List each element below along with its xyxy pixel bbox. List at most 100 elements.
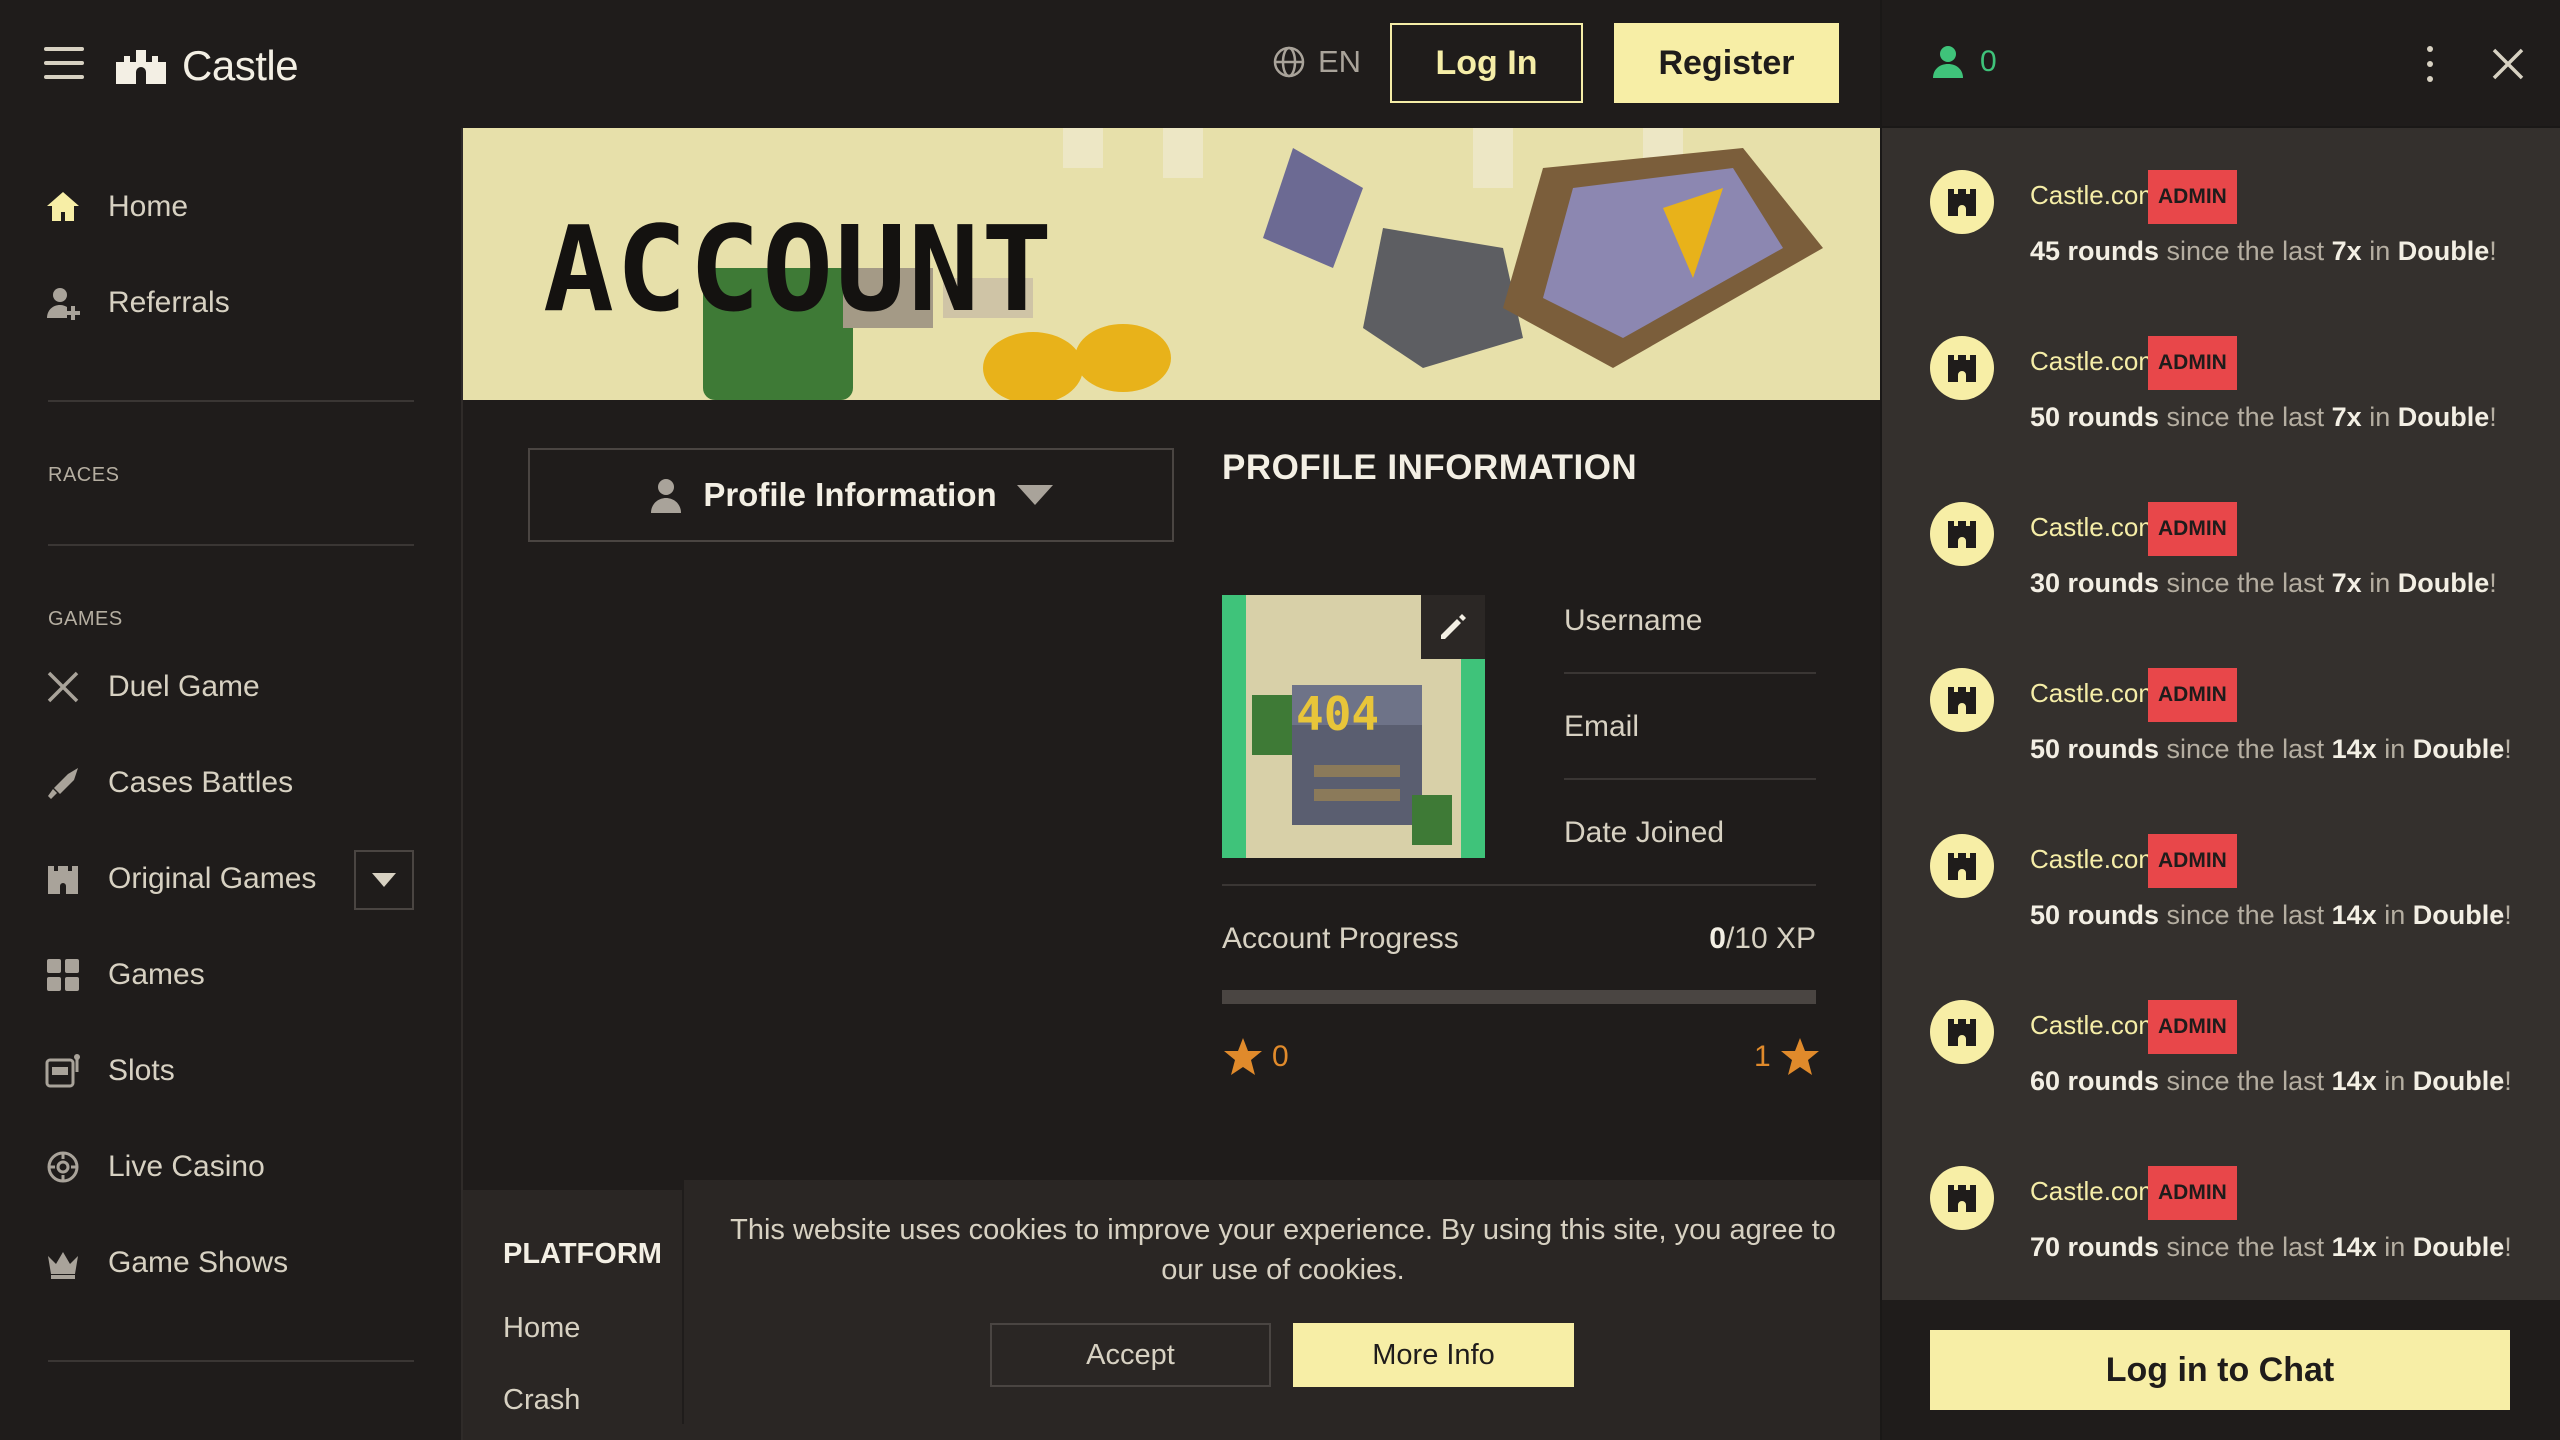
- message-count: 45 rounds: [2030, 236, 2160, 266]
- message-multiplier: 7x: [2331, 568, 2362, 598]
- message-game: Double: [2412, 900, 2505, 930]
- avatar[interactable]: [1930, 1166, 1994, 1230]
- message-mid: since the last: [2166, 900, 2325, 930]
- sword-icon: [48, 768, 78, 799]
- message-username[interactable]: Castle.com: [2030, 1010, 2160, 1041]
- chat-message: Castle.com ADMIN 50 rounds since the last …: [1930, 834, 2530, 954]
- avatar: 404: [1222, 595, 1485, 858]
- crown-icon: [48, 1252, 78, 1279]
- avatar[interactable]: [1930, 668, 1994, 732]
- chat-message: Castle.com ADMIN 50 rounds since the last …: [1930, 668, 2530, 788]
- message-in: in: [2384, 1232, 2406, 1262]
- message-game: Double: [2412, 1066, 2505, 1096]
- sidebar-item-label: Games: [108, 958, 205, 991]
- castle-icon: [1948, 189, 1976, 216]
- message-game: Double: [2397, 568, 2490, 598]
- message-count: 70 rounds: [2030, 1232, 2160, 1262]
- footer-link-crash[interactable]: Crash: [503, 1384, 580, 1417]
- chat-message: Castle.com ADMIN 30 rounds since the last …: [1930, 502, 2530, 622]
- chat-message: Castle.com ADMIN 45 rounds since the last …: [1930, 170, 2530, 290]
- chat-message: Castle.com ADMIN 60 rounds since the last …: [1930, 1000, 2530, 1120]
- current-level: 0: [1222, 1036, 1289, 1078]
- profile-section-dropdown[interactable]: Profile Information: [528, 448, 1174, 542]
- divider: [1222, 884, 1816, 886]
- message-username[interactable]: Castle.com: [2030, 1176, 2160, 1207]
- chat-footer: Log in to Chat: [1882, 1300, 2560, 1440]
- chip-icon: [47, 1151, 79, 1183]
- footer-link-home[interactable]: Home: [503, 1312, 580, 1345]
- message-username[interactable]: Castle.com: [2030, 844, 2160, 875]
- online-users: 0: [1930, 44, 1997, 80]
- avatar[interactable]: [1930, 834, 1994, 898]
- more-options-icon[interactable]: [2422, 46, 2438, 82]
- message-username[interactable]: Castle.com: [2030, 512, 2160, 543]
- sidebar-item-label: Game Shows: [108, 1246, 289, 1279]
- caret-down-icon: [1016, 485, 1053, 505]
- sidebar-item-original-games[interactable]: Original Games: [44, 860, 316, 898]
- sidebar-item-duel-game[interactable]: Duel Game: [44, 668, 260, 706]
- sidebar-item-live-casino[interactable]: Live Casino: [44, 1148, 265, 1186]
- message-in: in: [2369, 568, 2391, 598]
- menu-icon[interactable]: [44, 43, 84, 83]
- divider: [48, 1360, 414, 1362]
- avatar[interactable]: [1930, 502, 1994, 566]
- message-count: 30 rounds: [2030, 568, 2160, 598]
- castle-icon: [1948, 1185, 1976, 1212]
- message-count: 50 rounds: [2030, 734, 2160, 764]
- sidebar-item-label: Referrals: [108, 286, 230, 319]
- progress-total: /10 XP: [1725, 922, 1816, 955]
- admin-badge: ADMIN: [2148, 170, 2237, 224]
- message-in: in: [2384, 734, 2406, 764]
- message-count: 50 rounds: [2030, 900, 2160, 930]
- sidebar-item-cases-battles[interactable]: Cases Battles: [44, 764, 293, 802]
- section-label-races: RACES: [48, 464, 120, 486]
- avatar[interactable]: [1930, 336, 1994, 400]
- level-current-value: 0: [1272, 1040, 1289, 1073]
- message-end: !: [2504, 1232, 2512, 1262]
- message-game: Double: [2397, 402, 2490, 432]
- message-mid: since the last: [2166, 734, 2325, 764]
- progress-current: 0: [1709, 922, 1726, 955]
- login-to-chat-button[interactable]: Log in to Chat: [1930, 1330, 2510, 1410]
- banner-title: ACCOUNT: [543, 200, 1055, 338]
- message-username[interactable]: Castle.com: [2030, 678, 2160, 709]
- original-games-expand-button[interactable]: [354, 850, 414, 910]
- admin-badge: ADMIN: [2148, 502, 2237, 556]
- message-text: 30 rounds since the last 7x in Double!: [2030, 568, 2497, 599]
- message-text: 70 rounds since the last 14x in Double!: [2030, 1232, 2512, 1263]
- date-joined-label: Date Joined: [1564, 816, 1725, 849]
- username-label: Username: [1564, 604, 1703, 637]
- cookie-more-info-button[interactable]: More Info: [1293, 1323, 1574, 1387]
- section-title: PROFILE INFORMATION: [1222, 448, 1638, 487]
- message-username[interactable]: Castle.com: [2030, 346, 2160, 377]
- language-selector[interactable]: EN: [1272, 44, 1361, 80]
- message-end: !: [2504, 900, 2512, 930]
- avatar[interactable]: [1930, 1000, 1994, 1064]
- sidebar-item-home[interactable]: Home: [44, 188, 188, 226]
- sidebar-item-referrals[interactable]: Referrals: [44, 284, 230, 322]
- castle-icon: [48, 866, 78, 894]
- admin-badge: ADMIN: [2148, 668, 2237, 722]
- cookie-accept-button[interactable]: Accept: [990, 1323, 1271, 1387]
- avatar[interactable]: [1930, 170, 1994, 234]
- message-multiplier: 7x: [2331, 402, 2362, 432]
- message-text: 60 rounds since the last 14x in Double!: [2030, 1066, 2512, 1097]
- edit-avatar-button[interactable]: [1421, 595, 1485, 659]
- message-mid: since the last: [2166, 1066, 2325, 1096]
- profile-dropdown-label: Profile Information: [703, 476, 997, 513]
- level-next-value: 1: [1754, 1040, 1771, 1073]
- sidebar-item-games[interactable]: Games: [44, 956, 205, 994]
- sidebar-item-game-shows[interactable]: Game Shows: [44, 1244, 288, 1282]
- grid-icon: [47, 959, 79, 991]
- login-button[interactable]: Log In: [1390, 23, 1583, 103]
- register-button[interactable]: Register: [1614, 23, 1839, 103]
- sidebar-item-label: Cases Battles: [108, 766, 294, 799]
- message-in: in: [2384, 900, 2406, 930]
- logo[interactable]: Castle: [114, 42, 299, 90]
- close-icon[interactable]: [2490, 46, 2526, 82]
- sidebar-item-slots[interactable]: Slots: [44, 1052, 175, 1090]
- online-count: 0: [1980, 45, 1997, 78]
- message-end: !: [2489, 568, 2497, 598]
- chat-message: Castle.com ADMIN 70 rounds since the last …: [1930, 1166, 2530, 1286]
- message-username[interactable]: Castle.com: [2030, 180, 2160, 211]
